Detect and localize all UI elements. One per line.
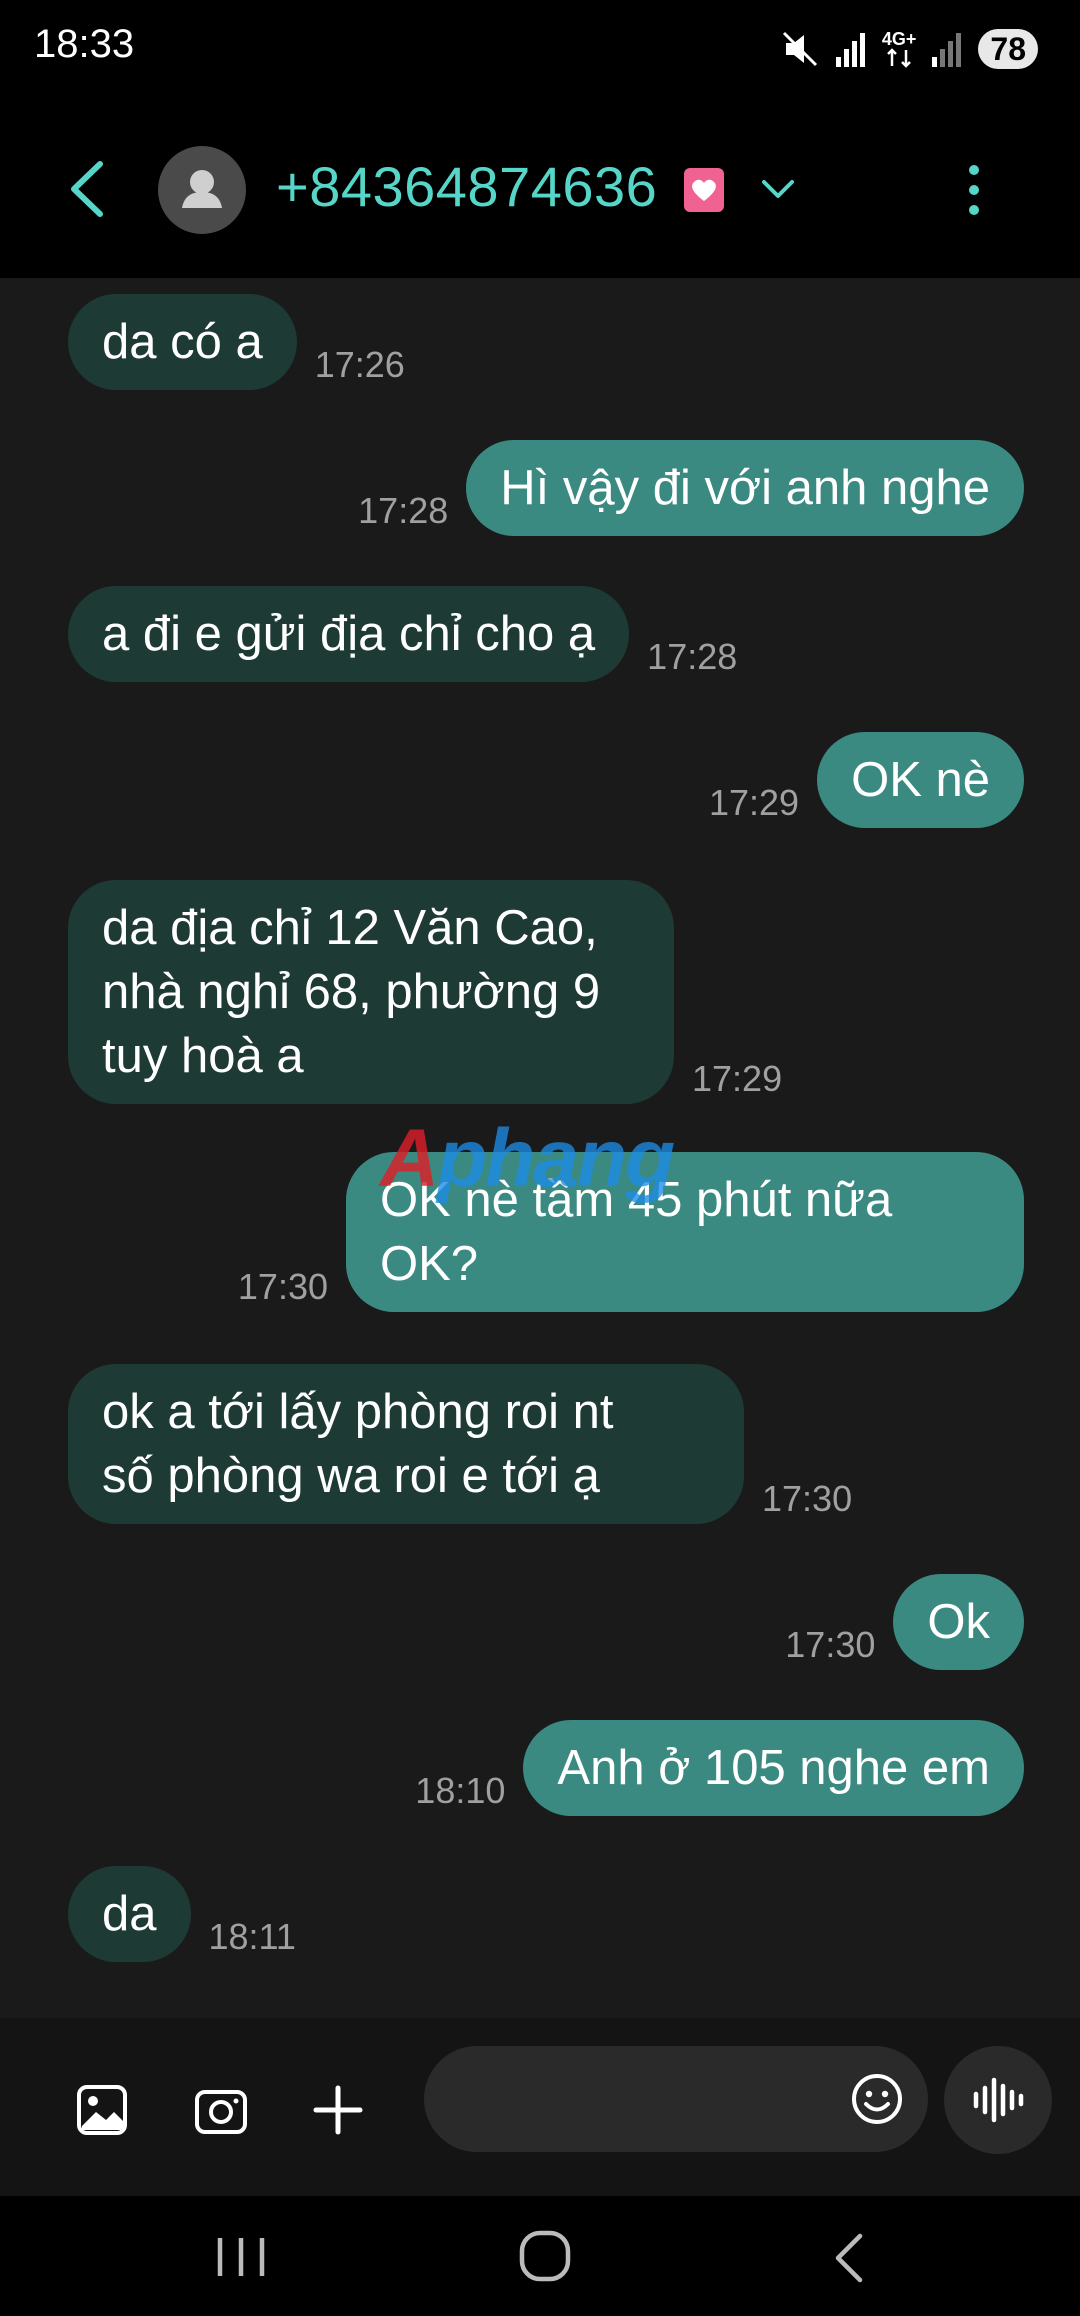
conversation-header: +84364874636 — [0, 96, 1080, 278]
message-outgoing[interactable]: 17:30 Ok — [785, 1574, 1024, 1670]
message-bubble[interactable]: Hì vậy đi với anh nghe — [466, 440, 1024, 536]
message-time: 17:30 — [237, 1266, 328, 1307]
status-time: 18:33 — [34, 22, 135, 66]
recents-button[interactable] — [214, 2232, 268, 2287]
voice-icon — [973, 2077, 1024, 2123]
attach-button[interactable] — [312, 2084, 364, 2141]
message-time: 18:10 — [415, 1770, 506, 1811]
emoji-button[interactable] — [850, 2072, 904, 2126]
message-incoming[interactable]: a đi e gửi địa chỉ cho ạ 17:28 — [68, 586, 737, 682]
message-bubble[interactable]: Anh ở 105 nghe em — [523, 1720, 1024, 1816]
message-incoming[interactable]: da 18:11 — [68, 1866, 296, 1962]
message-incoming[interactable]: da địa chỉ 12 Văn Cao, nhà nghỉ 68, phườ… — [68, 880, 782, 1104]
gallery-button[interactable] — [76, 2084, 128, 2141]
message-time: 17:29 — [708, 782, 800, 823]
watermark-first: A — [380, 1113, 439, 1204]
message-bubble[interactable]: OK nè — [817, 732, 1024, 828]
message-bubble[interactable]: da địa chỉ 12 Văn Cao, nhà nghỉ 68, phườ… — [68, 880, 674, 1104]
message-bubble[interactable]: ok a tới lấy phòng roi nt số phòng wa ro… — [68, 1364, 744, 1524]
message-time: 17:28 — [647, 636, 738, 677]
message-bubble[interactable]: da — [68, 1866, 191, 1962]
message-time: 17:30 — [762, 1478, 853, 1519]
watermark-logo: Aphang — [380, 1112, 675, 1206]
back-button[interactable] — [60, 158, 114, 220]
message-outgoing[interactable]: 17:28 Hì vậy đi với anh nghe — [358, 440, 1024, 536]
camera-button[interactable] — [194, 2084, 248, 2141]
plus-icon — [313, 2085, 363, 2135]
heart-badge-icon — [684, 168, 724, 212]
back-icon — [71, 161, 103, 217]
back-nav-icon — [835, 2233, 863, 2283]
emoji-icon — [852, 2074, 902, 2124]
back-nav-button[interactable] — [826, 2230, 870, 2291]
message-incoming[interactable]: da có a 17:26 — [68, 294, 405, 390]
message-time: 17:28 — [358, 490, 449, 531]
home-icon — [519, 2230, 571, 2282]
contact-name[interactable]: +84364874636 — [276, 154, 657, 219]
camera-icon — [195, 2090, 247, 2134]
status-icons: 4G+ 78 — [780, 24, 1038, 74]
message-time: 17:29 — [692, 1058, 783, 1099]
more-vert-icon — [969, 165, 979, 215]
message-outgoing[interactable]: 18:10 Anh ở 105 nghe em — [415, 1720, 1024, 1816]
battery-indicator: 78 — [978, 29, 1038, 69]
contact-avatar[interactable] — [158, 146, 246, 234]
more-options-button[interactable] — [962, 162, 986, 218]
mute-icon — [780, 29, 820, 69]
compose-bar — [0, 2018, 1080, 2196]
message-bubble[interactable]: da có a — [68, 294, 297, 390]
status-bar: 18:33 4G+ 78 — [0, 0, 1080, 96]
avatar-icon — [182, 170, 222, 208]
message-incoming[interactable]: ok a tới lấy phòng roi nt số phòng wa ro… — [68, 1364, 852, 1524]
recents-icon — [217, 2238, 265, 2276]
message-bubble[interactable]: a đi e gửi địa chỉ cho ạ — [68, 586, 630, 682]
voice-record-button[interactable] — [944, 2046, 1052, 2154]
message-time: 17:30 — [785, 1624, 876, 1665]
watermark-rest: phang — [437, 1113, 675, 1204]
signal-icon — [834, 29, 868, 69]
gallery-icon — [77, 2085, 127, 2135]
network-type-label: 4G+ — [881, 29, 917, 49]
home-button[interactable] — [518, 2228, 572, 2289]
message-outgoing[interactable]: 17:29 OK nè — [709, 732, 1024, 828]
chevron-down-icon[interactable] — [758, 174, 798, 204]
message-time: 17:26 — [314, 344, 405, 385]
network-type-icon: 4G+ — [881, 29, 917, 68]
signal-icon-2 — [930, 29, 964, 69]
system-nav-bar — [0, 2196, 1080, 2316]
message-time: 18:11 — [208, 1916, 296, 1957]
message-bubble[interactable]: Ok — [893, 1574, 1024, 1670]
